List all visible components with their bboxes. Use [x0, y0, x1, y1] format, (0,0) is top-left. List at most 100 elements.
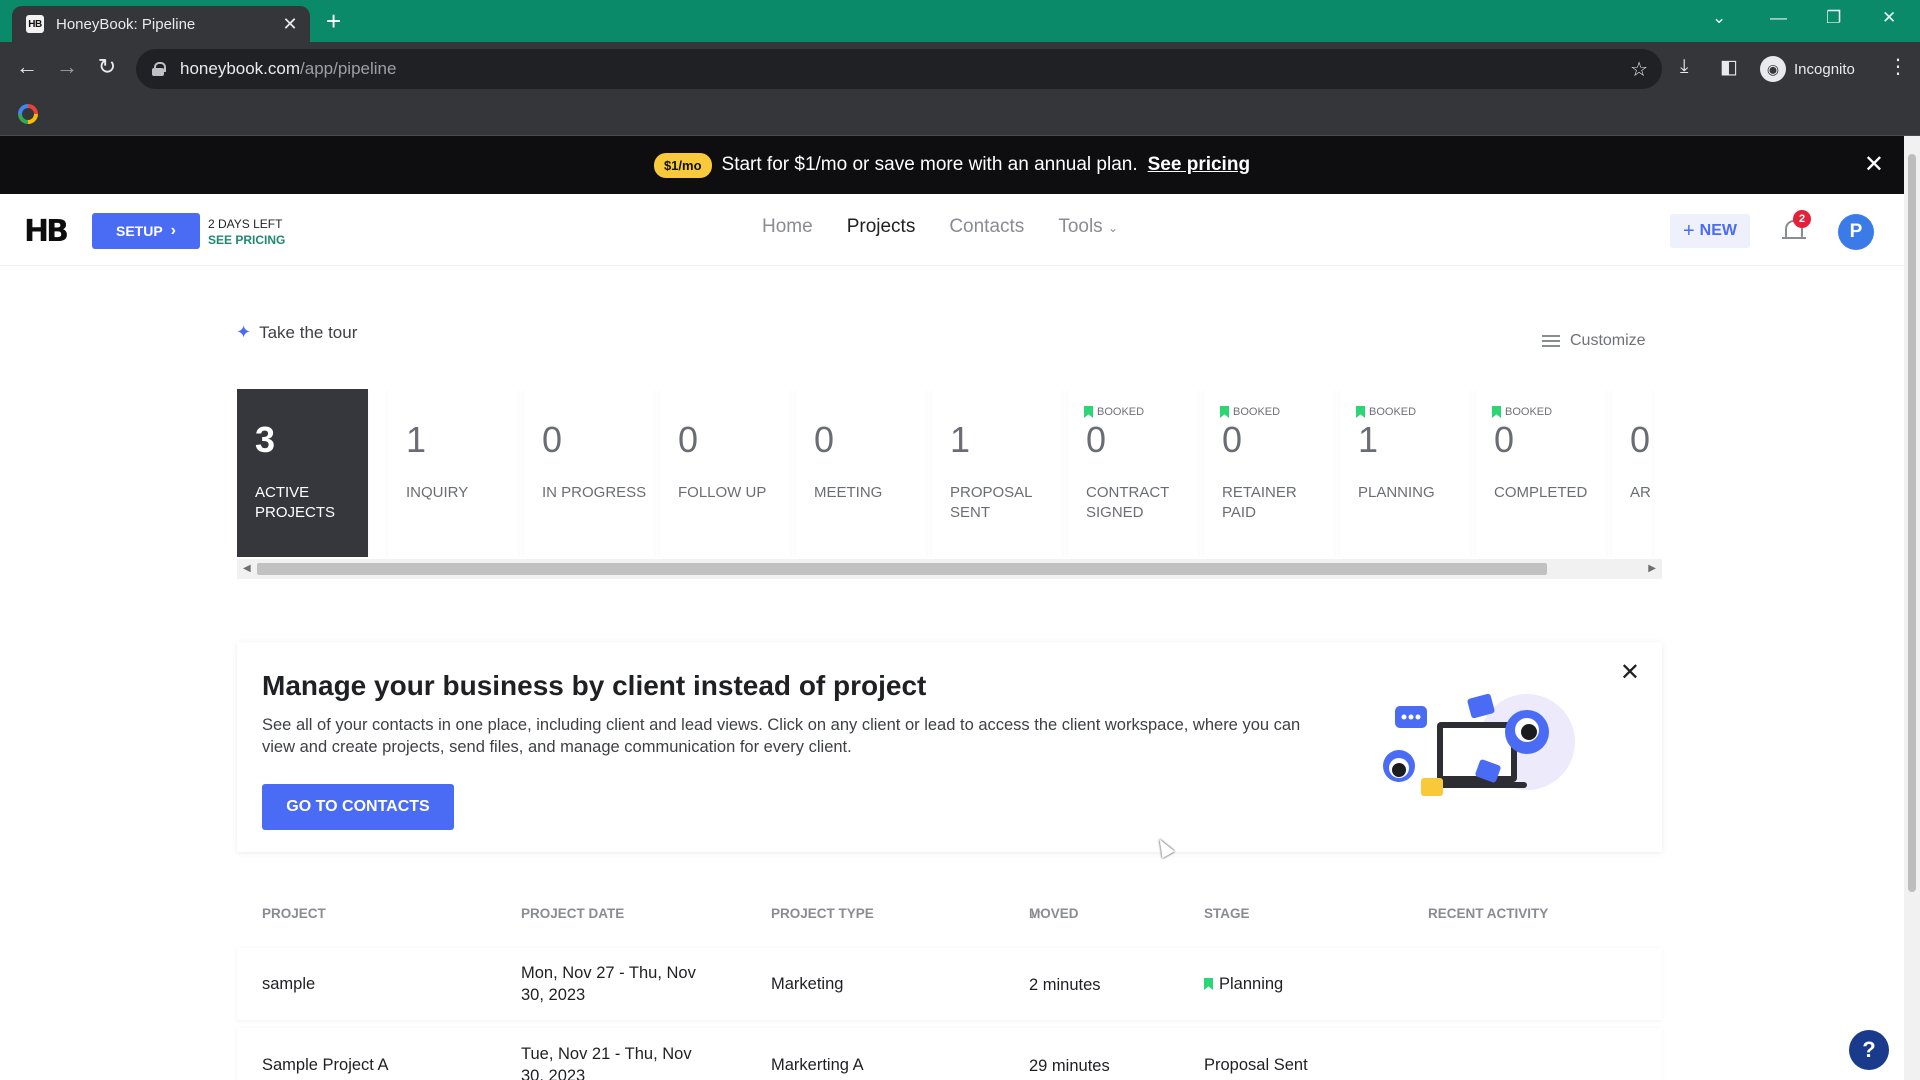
stage-label: FOLLOW UP: [678, 484, 767, 501]
nav-tools[interactable]: Tools ⌄: [1058, 216, 1118, 238]
stage-label: CONTRACT SIGNED: [1086, 484, 1170, 521]
setup-button[interactable]: SETUP ›: [92, 213, 200, 249]
nav-projects[interactable]: Projects: [847, 216, 916, 238]
stage-card-contract-signed[interactable]: BOOKED 0 CONTRACT SIGNED: [1068, 389, 1198, 557]
side-panel-icon[interactable]: ◧: [1720, 56, 1738, 79]
cell-project-type: Marketing: [771, 975, 844, 993]
stage-count: 1: [406, 419, 427, 460]
bookmarks-bar: [0, 96, 1920, 136]
tab-close-icon[interactable]: ✕: [280, 14, 300, 35]
cell-project[interactable]: sample: [262, 973, 315, 995]
stage-card-active-projects[interactable]: 3 ACTIVE PROJECTS: [237, 389, 368, 557]
promo-close-icon[interactable]: ✕: [1864, 150, 1884, 179]
tab-search-chevron-icon[interactable]: ⌄: [1712, 8, 1726, 28]
honeybook-logo[interactable]: HB: [24, 214, 69, 249]
stage-label: INQUIRY: [406, 484, 469, 501]
col-stage[interactable]: STAGE: [1204, 906, 1250, 921]
cell-moved: 29 minutes: [1029, 1057, 1110, 1075]
info-card-close-icon[interactable]: ✕: [1620, 658, 1640, 687]
forward-arrow-icon[interactable]: →: [52, 54, 82, 80]
stage-label: PLANNING: [1358, 484, 1435, 501]
tour-label: Take the tour: [259, 322, 358, 342]
stage-card-completed[interactable]: BOOKED 0 COMPLETED: [1476, 389, 1606, 557]
pipeline-horizontal-scrollbar[interactable]: ◀ ▶: [237, 559, 1662, 579]
browser-menu-kebab-icon[interactable]: ⋮: [1888, 54, 1908, 79]
stage-card-partial[interactable]: 0 AR: [1612, 389, 1652, 557]
stage-card-inquiry[interactable]: 1 INQUIRY: [388, 389, 518, 557]
sparkle-icon: ✦: [236, 322, 252, 342]
scroll-left-arrow-icon[interactable]: ◀: [243, 563, 251, 574]
cell-stage: Proposal Sent: [1204, 1056, 1308, 1074]
new-tab-plus-icon[interactable]: +: [326, 8, 341, 34]
flag-icon: [1204, 978, 1213, 990]
nav-home[interactable]: Home: [762, 216, 813, 238]
table-row[interactable]: sample Mon, Nov 27 - Thu, Nov 30, 2023 Ma…: [237, 948, 1662, 1020]
download-icon[interactable]: ⤓: [1680, 56, 1688, 78]
nav-contacts[interactable]: Contacts: [949, 216, 1024, 238]
cell-stage: Planning: [1204, 973, 1283, 995]
col-project[interactable]: PROJECT: [262, 906, 326, 921]
customize-label: Customize: [1570, 332, 1646, 349]
scroll-right-arrow-icon[interactable]: ▶: [1648, 563, 1656, 574]
browser-tab[interactable]: HB HoneyBook: Pipeline ✕: [12, 6, 310, 42]
user-avatar[interactable]: P: [1838, 214, 1874, 250]
stage-count: 1: [950, 419, 971, 460]
lock-icon: [152, 62, 166, 76]
notification-count-badge: 2: [1793, 210, 1811, 228]
profile-label: Incognito: [1794, 60, 1855, 78]
stage-count: 1: [1358, 419, 1379, 460]
cell-project-type: Markerting A: [771, 1056, 864, 1074]
stage-card-follow-up[interactable]: 0 FOLLOW UP: [660, 389, 790, 557]
incognito-profile-button[interactable]: ◉ Incognito: [1756, 50, 1868, 88]
col-recent-activity[interactable]: RECENT ACTIVITY: [1428, 906, 1548, 921]
contacts-illustration-icon: [1383, 693, 1575, 796]
stage-label: MEETING: [814, 484, 883, 501]
stage-label: ACTIVE PROJECTS: [255, 484, 336, 521]
cell-project[interactable]: Sample Project A: [262, 1054, 389, 1076]
new-button[interactable]: + NEW: [1670, 214, 1750, 248]
stage-count: 0: [1630, 419, 1651, 460]
take-the-tour-link[interactable]: ✦ Take the tour: [236, 322, 357, 343]
customize-button[interactable]: Customize: [1542, 332, 1646, 350]
stage-card-planning[interactable]: BOOKED 1 PLANNING: [1340, 389, 1470, 557]
chevron-right-icon: ›: [170, 222, 176, 239]
back-arrow-icon[interactable]: ←: [12, 54, 42, 80]
google-bookmark-icon[interactable]: [18, 104, 38, 124]
restore-icon[interactable]: ❐: [1826, 8, 1841, 28]
see-pricing-link[interactable]: See pricing: [1148, 154, 1250, 176]
page-vertical-scrollbar[interactable]: [1904, 136, 1920, 1080]
stage-card-retainer-paid[interactable]: BOOKED 0 RETAINER PAID: [1204, 389, 1334, 557]
go-to-contacts-button[interactable]: GO TO CONTACTS: [262, 784, 454, 830]
stage-card-proposal-sent[interactable]: 1 PROPOSAL SENT: [932, 389, 1062, 557]
window-close-icon[interactable]: ✕: [1882, 8, 1896, 28]
trial-status[interactable]: 2 DAYS LEFT SEE PRICING: [208, 216, 285, 248]
stage-count: 0: [1494, 419, 1515, 460]
bookmark-star-icon[interactable]: ☆: [1630, 57, 1648, 82]
flag-icon: [1492, 406, 1501, 418]
promo-banner: $1/mo Start for $1/mo or save more with …: [0, 136, 1904, 194]
new-label: NEW: [1699, 222, 1737, 239]
honeybook-favicon-icon: HB: [26, 15, 44, 33]
reload-icon[interactable]: ↻: [92, 54, 122, 80]
booked-tag: BOOKED: [1356, 405, 1416, 419]
see-pricing-small-link[interactable]: SEE PRICING: [208, 232, 285, 248]
incognito-icon: ◉: [1760, 56, 1786, 82]
stage-card-in-progress[interactable]: 0 IN PROGRESS: [524, 389, 654, 557]
address-bar[interactable]: honeybook.com/app/pipeline ☆: [136, 49, 1662, 89]
tab-title: HoneyBook: Pipeline: [56, 15, 196, 33]
url-text: honeybook.com/app/pipeline: [180, 59, 397, 78]
sliders-icon: [1542, 333, 1560, 349]
page-viewport: $1/mo Start for $1/mo or save more with …: [0, 136, 1904, 1080]
table-row[interactable]: Sample Project A Tue, Nov 21 - Thu, Nov 3…: [237, 1028, 1662, 1080]
promo-price-badge: $1/mo: [653, 152, 712, 178]
help-button[interactable]: ?: [1849, 1030, 1889, 1070]
plus-icon: +: [1682, 219, 1695, 242]
minimize-icon[interactable]: —: [1770, 8, 1787, 28]
stage-card-meeting[interactable]: 0 MEETING: [796, 389, 926, 557]
col-project-date[interactable]: PROJECT DATE: [521, 906, 624, 921]
scrollbar-thumb[interactable]: [257, 563, 1547, 575]
page-scrollbar-thumb[interactable]: [1908, 154, 1916, 892]
stage-label: AR: [1630, 484, 1651, 501]
col-project-type[interactable]: PROJECT TYPE: [771, 906, 874, 921]
sort-arrows-icon: ↓↑: [1029, 906, 1043, 921]
